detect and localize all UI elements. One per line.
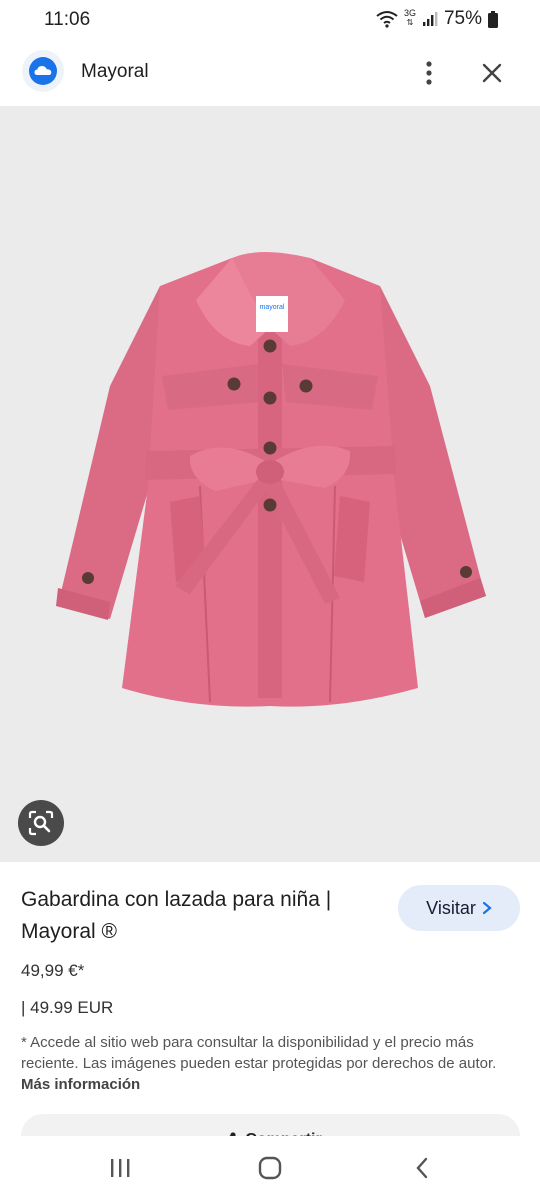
more-vert-icon [426,61,432,85]
cloud-icon [29,57,57,85]
visit-label: Visitar [426,897,476,918]
status-icons: 3G ⇅ 75% [376,8,498,30]
more-options-button[interactable] [412,56,446,90]
system-nav-bar [0,1136,540,1200]
site-name: Mayoral [81,61,149,82]
price-primary: 49,99 €* [21,961,85,980]
visit-button[interactable]: Visitar [398,885,520,931]
home-button[interactable] [252,1152,288,1184]
site-logo[interactable] [22,50,64,92]
app-header: Mayoral [0,40,540,106]
back-button[interactable] [404,1152,440,1184]
close-button[interactable] [475,56,509,90]
battery-percent: 75% [443,8,482,29]
disclaimer-text: * Accede al sitio web para consultar la … [21,1034,497,1072]
product-title[interactable]: Gabardina con lazada para niña | Mayoral… [21,884,381,948]
pink-trench-coat-image: mayoral [56,252,486,707]
image-search-icon [28,810,54,836]
close-icon [482,63,502,83]
price-secondary: | 49.99 EUR [21,998,114,1017]
network-type: 3G ⇅ [403,8,416,28]
product-image[interactable]: mayoral [0,106,540,862]
battery-icon [488,10,498,28]
network-label: 3G [403,8,416,18]
lens-search-button[interactable] [18,800,64,846]
home-icon [258,1156,282,1180]
back-icon [416,1157,428,1179]
more-info-link[interactable]: Más información [21,1076,140,1093]
signal-icon [422,12,438,26]
label-brand-text: mayoral [260,304,285,311]
recent-apps-icon [111,1159,130,1177]
status-bar: 11:06 3G ⇅ 75% [0,0,540,40]
availability-disclaimer: * Accede al sitio web para consultar la … [21,1032,511,1095]
wifi-icon [376,11,398,28]
status-time: 11:06 [44,9,91,30]
recent-apps-button[interactable] [102,1152,138,1184]
chevron-right-icon [482,901,492,915]
